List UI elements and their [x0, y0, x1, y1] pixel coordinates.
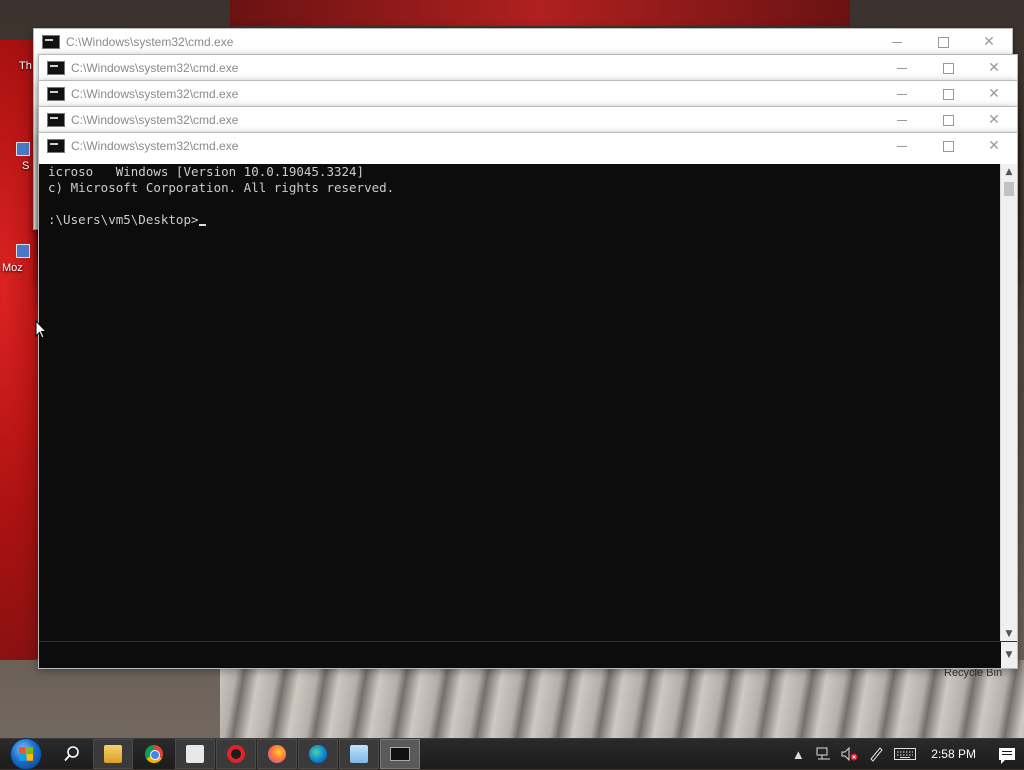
maximize-button[interactable]: [925, 81, 971, 107]
close-button[interactable]: ✕: [966, 29, 1012, 55]
console-output[interactable]: icroso Windows [Version 10.0.19045.3324]…: [39, 164, 1001, 642]
maximize-icon: [942, 62, 954, 74]
close-icon: ✕: [983, 34, 995, 50]
chrome-icon: [145, 745, 163, 763]
window-title: C:\Windows\system32\cmd.exe: [66, 35, 234, 49]
minimize-icon: [897, 119, 907, 121]
maximize-button[interactable]: [925, 55, 971, 81]
wallpaper-road: [220, 660, 1024, 738]
scroll-thumb[interactable]: [1004, 182, 1014, 196]
desktop-label-partial-1[interactable]: Th: [19, 60, 32, 72]
maximize-button[interactable]: [925, 107, 971, 133]
scroll-down-icon[interactable]: ▼: [1001, 642, 1017, 668]
taskbar-cmd[interactable]: [380, 739, 420, 769]
cmd-icon: [47, 61, 65, 75]
mouse-pointer-icon: [35, 320, 47, 339]
network-icon[interactable]: [813, 739, 835, 769]
taskbar-store[interactable]: [175, 739, 215, 769]
volume-muted-icon[interactable]: [839, 739, 861, 769]
console-line: c) Microsoft Corporation. All rights res…: [48, 180, 395, 195]
window-titlebar[interactable]: C:\Windows\system32\cmd.exe ✕: [39, 81, 1017, 107]
desktop-shortcut-icon[interactable]: [16, 142, 30, 156]
window-titlebar[interactable]: C:\Windows\system32\cmd.exe ✕: [39, 107, 1017, 133]
minimize-button[interactable]: [879, 133, 925, 159]
window-title: C:\Windows\system32\cmd.exe: [71, 139, 239, 153]
taskbar: ▲ 2:58 PM: [0, 738, 1024, 770]
minimize-icon: [892, 41, 902, 43]
close-button[interactable]: ✕: [971, 107, 1017, 133]
taskbar-firefox[interactable]: [257, 739, 297, 769]
maximize-icon: [942, 114, 954, 126]
cmd-icon: [42, 35, 60, 49]
window-titlebar[interactable]: C:\Windows\system32\cmd.exe ✕: [39, 133, 1017, 159]
maximize-icon: [942, 140, 954, 152]
search-icon: [64, 746, 79, 762]
close-button[interactable]: ✕: [971, 55, 1017, 81]
text-cursor: [198, 224, 206, 226]
firefox-icon: [268, 745, 286, 763]
minimize-button[interactable]: [879, 107, 925, 133]
opera-icon: [227, 745, 245, 763]
vertical-scrollbar[interactable]: ▲ ▼: [1000, 164, 1017, 642]
minimize-icon: [897, 67, 907, 69]
keyboard-icon[interactable]: [891, 739, 919, 769]
maximize-icon: [942, 88, 954, 100]
close-button[interactable]: ✕: [971, 133, 1017, 159]
folder-icon: [104, 745, 122, 763]
clock[interactable]: 2:58 PM: [921, 747, 990, 761]
minimize-button[interactable]: [879, 81, 925, 107]
desktop-label-partial-2[interactable]: S: [22, 160, 29, 172]
start-button[interactable]: [0, 738, 52, 770]
notifications-button[interactable]: [990, 739, 1024, 769]
desktop-shortcut-icon[interactable]: [16, 244, 30, 258]
chevron-up-icon[interactable]: ▲: [787, 739, 809, 769]
taskbar-opera[interactable]: [216, 739, 256, 769]
action-center-icon: [999, 748, 1015, 764]
window-titlebar[interactable]: C:\Windows\system32\cmd.exe ✕: [34, 29, 1012, 55]
taskbar-edge[interactable]: [298, 739, 338, 769]
system-tray: ▲ 2:58 PM: [785, 739, 1024, 769]
window-title: C:\Windows\system32\cmd.exe: [71, 113, 239, 127]
console-prompt: :\Users\vm5\Desktop>: [48, 212, 199, 227]
close-button[interactable]: ✕: [971, 81, 1017, 107]
maximize-button[interactable]: [925, 133, 971, 159]
console-line: icroso Windows [Version 10.0.19045.3324]: [48, 164, 365, 179]
cmd-icon: [47, 87, 65, 101]
maximize-button[interactable]: [920, 29, 966, 55]
taskbar-file-explorer[interactable]: [93, 739, 133, 769]
taskbar-chrome[interactable]: [134, 739, 174, 769]
taskbar-notepad[interactable]: [339, 739, 379, 769]
windows-logo-icon: [10, 738, 42, 770]
pen-icon[interactable]: [865, 739, 887, 769]
close-icon: ✕: [988, 60, 1000, 76]
cmd-window-active[interactable]: C:\Windows\system32\cmd.exe ✕ icroso Win…: [38, 132, 1018, 669]
edge-icon: [309, 745, 327, 763]
minimize-button[interactable]: [879, 55, 925, 81]
store-icon: [186, 745, 204, 763]
notepad-icon: [350, 745, 368, 763]
console-bottom-bar: [39, 641, 1017, 668]
window-titlebar[interactable]: C:\Windows\system32\cmd.exe ✕: [39, 55, 1017, 81]
wallpaper-red-strip: [230, 0, 850, 26]
search-button[interactable]: [52, 739, 92, 769]
scroll-down-icon[interactable]: ▼: [1001, 626, 1017, 642]
close-icon: ✕: [988, 86, 1000, 102]
minimize-icon: [897, 93, 907, 95]
window-title: C:\Windows\system32\cmd.exe: [71, 87, 239, 101]
console-prompt-line: :\Users\vm5\Desktop>: [48, 212, 1001, 228]
maximize-icon: [937, 36, 949, 48]
minimize-icon: [897, 145, 907, 147]
cmd-icon: [47, 113, 65, 127]
cmd-icon: [47, 139, 65, 153]
scroll-up-icon[interactable]: ▲: [1001, 164, 1017, 180]
desktop-label-partial-3[interactable]: Moz: [2, 262, 23, 274]
cmd-icon: [390, 747, 410, 761]
minimize-button[interactable]: [874, 29, 920, 55]
close-icon: ✕: [988, 138, 1000, 154]
window-title: C:\Windows\system32\cmd.exe: [71, 61, 239, 75]
close-icon: ✕: [988, 112, 1000, 128]
